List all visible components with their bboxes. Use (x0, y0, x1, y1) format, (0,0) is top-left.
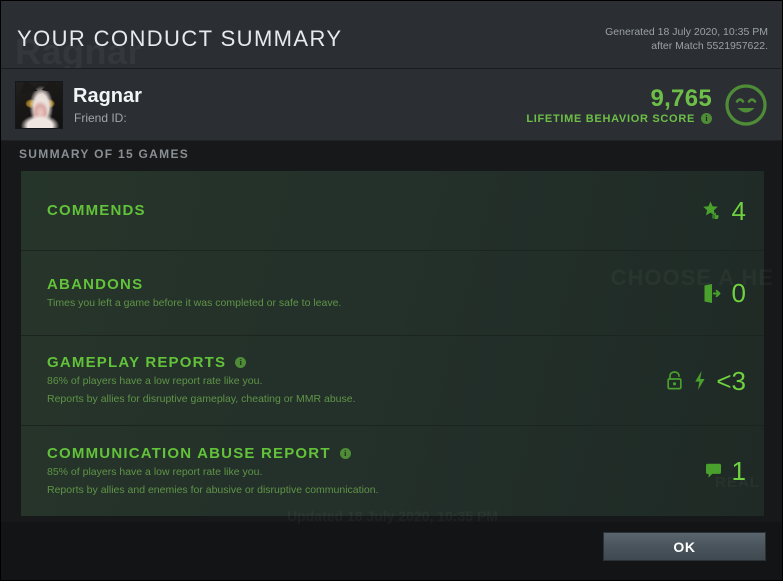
communication-left: COMMUNICATION ABUSE REPORT i 85% of play… (47, 445, 379, 498)
info-icon[interactable]: i (235, 357, 247, 368)
gameplay-value: <3 (716, 365, 746, 396)
communication-subtitle-2: Reports by allies and enemies for abusiv… (47, 483, 379, 496)
footer-ghost-text: Updated 18 July 2020, 10:35 PM (287, 508, 498, 524)
abandons-title-line: ABANDONS (47, 276, 341, 293)
background-watermark-1: CHOOSE A HE (610, 265, 774, 290)
generated-line-1: Generated 18 July 2020, 10:35 PM (605, 26, 768, 38)
avatar (15, 81, 63, 129)
dialog-header: Ragnar YOUR CONDUCT SUMMARY Generated 18… (1, 1, 782, 69)
info-icon[interactable]: i (701, 113, 712, 124)
gameplay-left: GAMEPLAY REPORTS i 86% of players have a… (47, 354, 356, 407)
gameplay-right: <3 (665, 368, 746, 394)
commends-left: COMMENDS (47, 202, 146, 219)
communication-title-line: COMMUNICATION ABUSE REPORT i (47, 445, 379, 462)
abandons-right: 0 (702, 280, 746, 306)
abandons-value: 0 (731, 278, 746, 308)
friend-id-label: Friend ID: (74, 111, 127, 125)
table-row-abandons: CHOOSE A HE ABANDONS Times you left a ga… (21, 251, 773, 336)
info-icon[interactable]: i (339, 447, 351, 459)
behavior-score-label: LIFETIME BEHAVIOR SCORE (526, 112, 695, 125)
speech-bubble-icon (704, 462, 723, 481)
door-exit-icon (702, 283, 723, 304)
lightning-bolt-icon (693, 370, 707, 391)
summary-label: SUMMARY OF 15 GAMES (19, 147, 190, 161)
dialog-footer: Updated 18 July 2020, 10:35 PM OK (1, 508, 782, 580)
behavior-score-text: 9,765 LIFETIME BEHAVIOR SCORE i (526, 84, 712, 125)
commends-value: 4 (731, 195, 746, 226)
page-title: YOUR CONDUCT SUMMARY (17, 26, 343, 51)
gameplay-subtitle-2: Reports by allies for disruptive gamepla… (47, 393, 356, 405)
abandons-left: ABANDONS Times you left a game before it… (47, 276, 341, 311)
communication-value: 1 (731, 456, 746, 486)
behavior-score-label-row: LIFETIME BEHAVIOR SCORE i (526, 113, 712, 125)
behavior-score-value: 9,765 (650, 84, 712, 112)
commends-title-line: COMMENDS (47, 202, 146, 219)
table-row-commends: COMMENDS 4 (21, 171, 764, 251)
communication-right: 1 (704, 458, 746, 484)
star-thumbs-up-icon (701, 200, 723, 222)
behavior-score-block: 9,765 LIFETIME BEHAVIOR SCORE i (526, 83, 768, 127)
commends-title: COMMENDS (47, 202, 146, 219)
player-strip: Ragnar Friend ID: 9,765 LIFETIME BEHAVIO… (1, 69, 782, 141)
abandons-subtitle: Times you left a game before it was comp… (47, 296, 342, 309)
abandons-title: ABANDONS (47, 275, 144, 293)
communication-title: COMMUNICATION ABUSE REPORT (47, 444, 331, 462)
gameplay-title-line: GAMEPLAY REPORTS i (47, 354, 356, 371)
generated-line-2: after Match 5521957622. (651, 40, 768, 52)
player-name: Ragnar (73, 85, 142, 107)
communication-subtitle-1: 85% of players have a low report rate li… (47, 465, 263, 478)
generated-timestamp: Generated 18 July 2020, 10:35 PM after M… (605, 25, 768, 53)
commends-right: 4 (701, 198, 746, 224)
conduct-summary-dialog: Ragnar YOUR CONDUCT SUMMARY Generated 18… (0, 0, 783, 581)
table-row-communication-abuse: REAL COMMUNICATION ABUSE REPORT i 85% of… (21, 426, 764, 516)
conduct-rows: COMMENDS 4 CHOOSE A HE ABANDONS Times yo… (21, 171, 773, 516)
gameplay-subtitle-1: 86% of players have a low report rate li… (47, 375, 263, 387)
ok-button[interactable]: OK (603, 532, 766, 561)
lock-icon (665, 370, 684, 391)
gameplay-title: GAMEPLAY REPORTS (47, 354, 227, 371)
table-row-gameplay-reports: GAMEPLAY REPORTS i 86% of players have a… (21, 336, 764, 426)
smiley-face-icon (725, 84, 767, 126)
